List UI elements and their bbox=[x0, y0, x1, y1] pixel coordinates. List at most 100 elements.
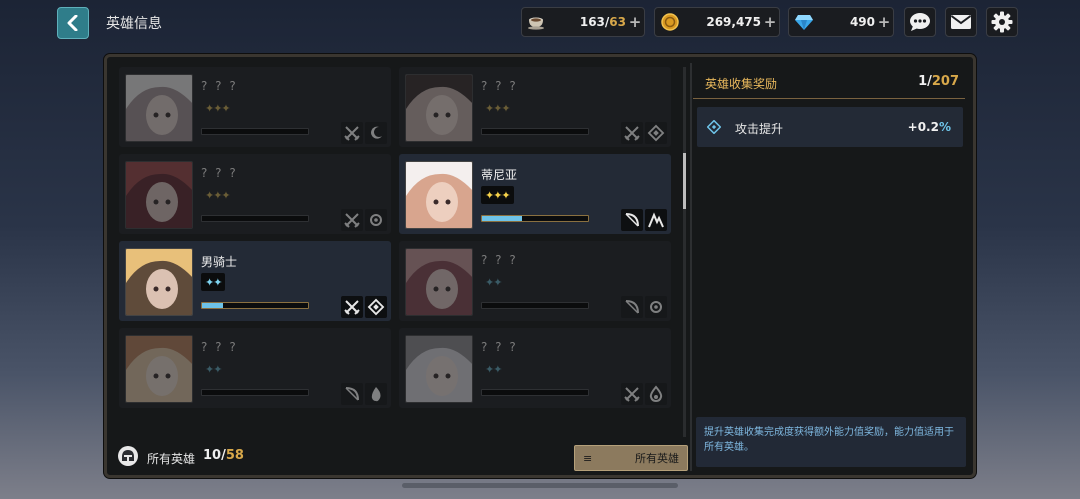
hero-progress-bar bbox=[201, 128, 309, 135]
chat-button[interactable] bbox=[904, 7, 936, 37]
hero-card[interactable]: ? ? ? ✦✦✦ bbox=[119, 67, 391, 147]
bow-icon bbox=[625, 213, 639, 227]
stamina-current: 163 bbox=[579, 15, 605, 29]
gem-counter[interactable]: 490 + bbox=[788, 7, 894, 37]
hero-helmet-icon bbox=[118, 446, 138, 466]
hero-stars: ✦✦ bbox=[485, 362, 502, 376]
hero-class-badge[interactable] bbox=[341, 296, 363, 318]
back-button[interactable] bbox=[57, 7, 89, 39]
hero-element-badge[interactable] bbox=[365, 209, 387, 231]
hero-name: ? ? ? bbox=[201, 340, 238, 354]
hero-class-badge[interactable] bbox=[621, 122, 643, 144]
hero-card[interactable]: ? ? ? ✦✦ bbox=[399, 328, 671, 408]
crossed-swords-icon bbox=[344, 126, 360, 141]
hero-name: 蒂尼亚 bbox=[481, 168, 518, 182]
hero-owned-count: 10 bbox=[203, 448, 222, 463]
hero-element-badge[interactable] bbox=[645, 296, 667, 318]
add-gems-button[interactable]: + bbox=[875, 13, 893, 31]
gold-coin-icon bbox=[655, 12, 685, 32]
hero-name: 男骑士 bbox=[201, 255, 238, 269]
hero-element-badge[interactable] bbox=[365, 383, 387, 405]
hero-element-badge[interactable] bbox=[645, 383, 667, 405]
flame-icon bbox=[371, 387, 381, 402]
moon-icon bbox=[371, 126, 382, 139]
hero-class-badge[interactable] bbox=[341, 209, 363, 231]
hero-info-panel: ? ? ? ✦✦✦? ? ? ✦✦✦? ? ? ✦✦✦ 蒂尼亚 ✦✦✦ 男骑士 ✦✦? ? ?… bbox=[104, 54, 976, 478]
hero-class-badge[interactable] bbox=[621, 383, 643, 405]
settings-button[interactable] bbox=[986, 7, 1018, 37]
bonus-label: 攻击提升 bbox=[735, 122, 784, 136]
chat-bubble-icon bbox=[910, 13, 930, 31]
bow-icon bbox=[345, 387, 359, 401]
menu-icon: ≡ bbox=[583, 451, 593, 465]
bonus-unit: % bbox=[938, 120, 951, 134]
hero-progress-bar bbox=[481, 128, 589, 135]
hero-card[interactable]: ? ? ? ✦✦ bbox=[399, 241, 671, 321]
gear-icon bbox=[991, 11, 1013, 33]
hero-class-badge[interactable] bbox=[621, 296, 643, 318]
bonus-amount: +0.2 bbox=[907, 120, 939, 134]
add-gold-button[interactable]: + bbox=[761, 13, 779, 31]
hero-card[interactable]: 男骑士 ✦✦ bbox=[119, 241, 391, 321]
diamond-icon bbox=[647, 124, 665, 142]
hero-progress-bar bbox=[201, 389, 309, 396]
hero-stars: ✦✦✦ bbox=[481, 186, 514, 204]
hero-portrait bbox=[405, 335, 473, 403]
collection-level-current: 1 bbox=[918, 74, 928, 89]
crossed-swords-icon bbox=[624, 126, 640, 141]
hero-element-badge[interactable] bbox=[645, 209, 667, 231]
hero-card[interactable]: ? ? ? ✦✦✦ bbox=[399, 67, 671, 147]
stamina-counter[interactable]: 163/63 + bbox=[521, 7, 645, 37]
hero-class-badge[interactable] bbox=[621, 209, 643, 231]
hero-card[interactable]: 蒂尼亚 ✦✦✦ bbox=[399, 154, 671, 234]
hero-card[interactable]: ? ? ? ✦✦ bbox=[119, 328, 391, 408]
collection-reward-title: 英雄收集奖励 bbox=[705, 77, 778, 91]
hero-element-badge[interactable] bbox=[365, 122, 387, 144]
hero-class-badge[interactable] bbox=[341, 383, 363, 405]
home-indicator[interactable] bbox=[402, 483, 678, 488]
hero-portrait bbox=[125, 248, 193, 316]
hero-name: ? ? ? bbox=[201, 79, 238, 93]
collection-reward-header: 英雄收集奖励 1/207 bbox=[693, 65, 965, 99]
hero-name: ? ? ? bbox=[201, 166, 238, 180]
add-stamina-button[interactable]: + bbox=[626, 13, 644, 31]
bonus-value: +0.2% bbox=[908, 120, 951, 134]
crossed-swords-icon bbox=[624, 387, 640, 402]
collection-level-max: 207 bbox=[931, 74, 959, 89]
hero-portrait bbox=[405, 248, 473, 316]
bonus-item[interactable]: 攻击提升 +0.2% bbox=[697, 107, 963, 147]
drop-icon bbox=[649, 385, 663, 403]
bow-icon bbox=[625, 300, 639, 314]
mail-button[interactable] bbox=[945, 7, 977, 37]
hero-class-badge[interactable] bbox=[341, 122, 363, 144]
collection-level: 1/207 bbox=[918, 74, 959, 89]
scrollbar-thumb[interactable] bbox=[683, 153, 686, 209]
crossed-swords-icon bbox=[344, 300, 360, 315]
hero-stars: ✦✦ bbox=[485, 275, 502, 289]
hero-filter-button[interactable]: ≡ 所有英雄 bbox=[574, 445, 688, 471]
diamond-gem-icon bbox=[789, 13, 819, 31]
gear-icon bbox=[370, 214, 382, 226]
gold-counter[interactable]: 269,475 + bbox=[654, 7, 780, 37]
hero-progress-bar bbox=[481, 215, 589, 222]
hero-element-badge[interactable] bbox=[365, 296, 387, 318]
hero-progress-bar bbox=[201, 302, 309, 309]
hero-progress-bar bbox=[481, 389, 589, 396]
hero-stars: ✦✦✦ bbox=[485, 101, 511, 115]
scrollbar-track[interactable] bbox=[683, 67, 686, 437]
hero-stars: ✦✦✦ bbox=[205, 101, 231, 115]
hero-progress-bar bbox=[481, 302, 589, 309]
hero-card[interactable]: ? ? ? ✦✦✦ bbox=[119, 154, 391, 234]
hero-element-badge[interactable] bbox=[645, 122, 667, 144]
gem-value: 490 bbox=[849, 15, 875, 29]
hero-progress-bar bbox=[201, 215, 309, 222]
all-heroes-label: 所有英雄 bbox=[147, 452, 196, 466]
diamond-icon bbox=[367, 298, 385, 316]
hero-name: ? ? ? bbox=[481, 340, 518, 354]
envelope-icon bbox=[950, 15, 972, 29]
hero-portrait bbox=[125, 161, 193, 229]
hero-grid[interactable]: ? ? ? ✦✦✦? ? ? ✦✦✦? ? ? ✦✦✦ 蒂尼亚 ✦✦✦ 男骑士 ✦✦? ? ?… bbox=[119, 67, 679, 435]
hero-total-count: 58 bbox=[225, 448, 244, 463]
hero-stars: ✦✦ bbox=[201, 273, 226, 291]
chevron-left-icon bbox=[67, 15, 78, 31]
